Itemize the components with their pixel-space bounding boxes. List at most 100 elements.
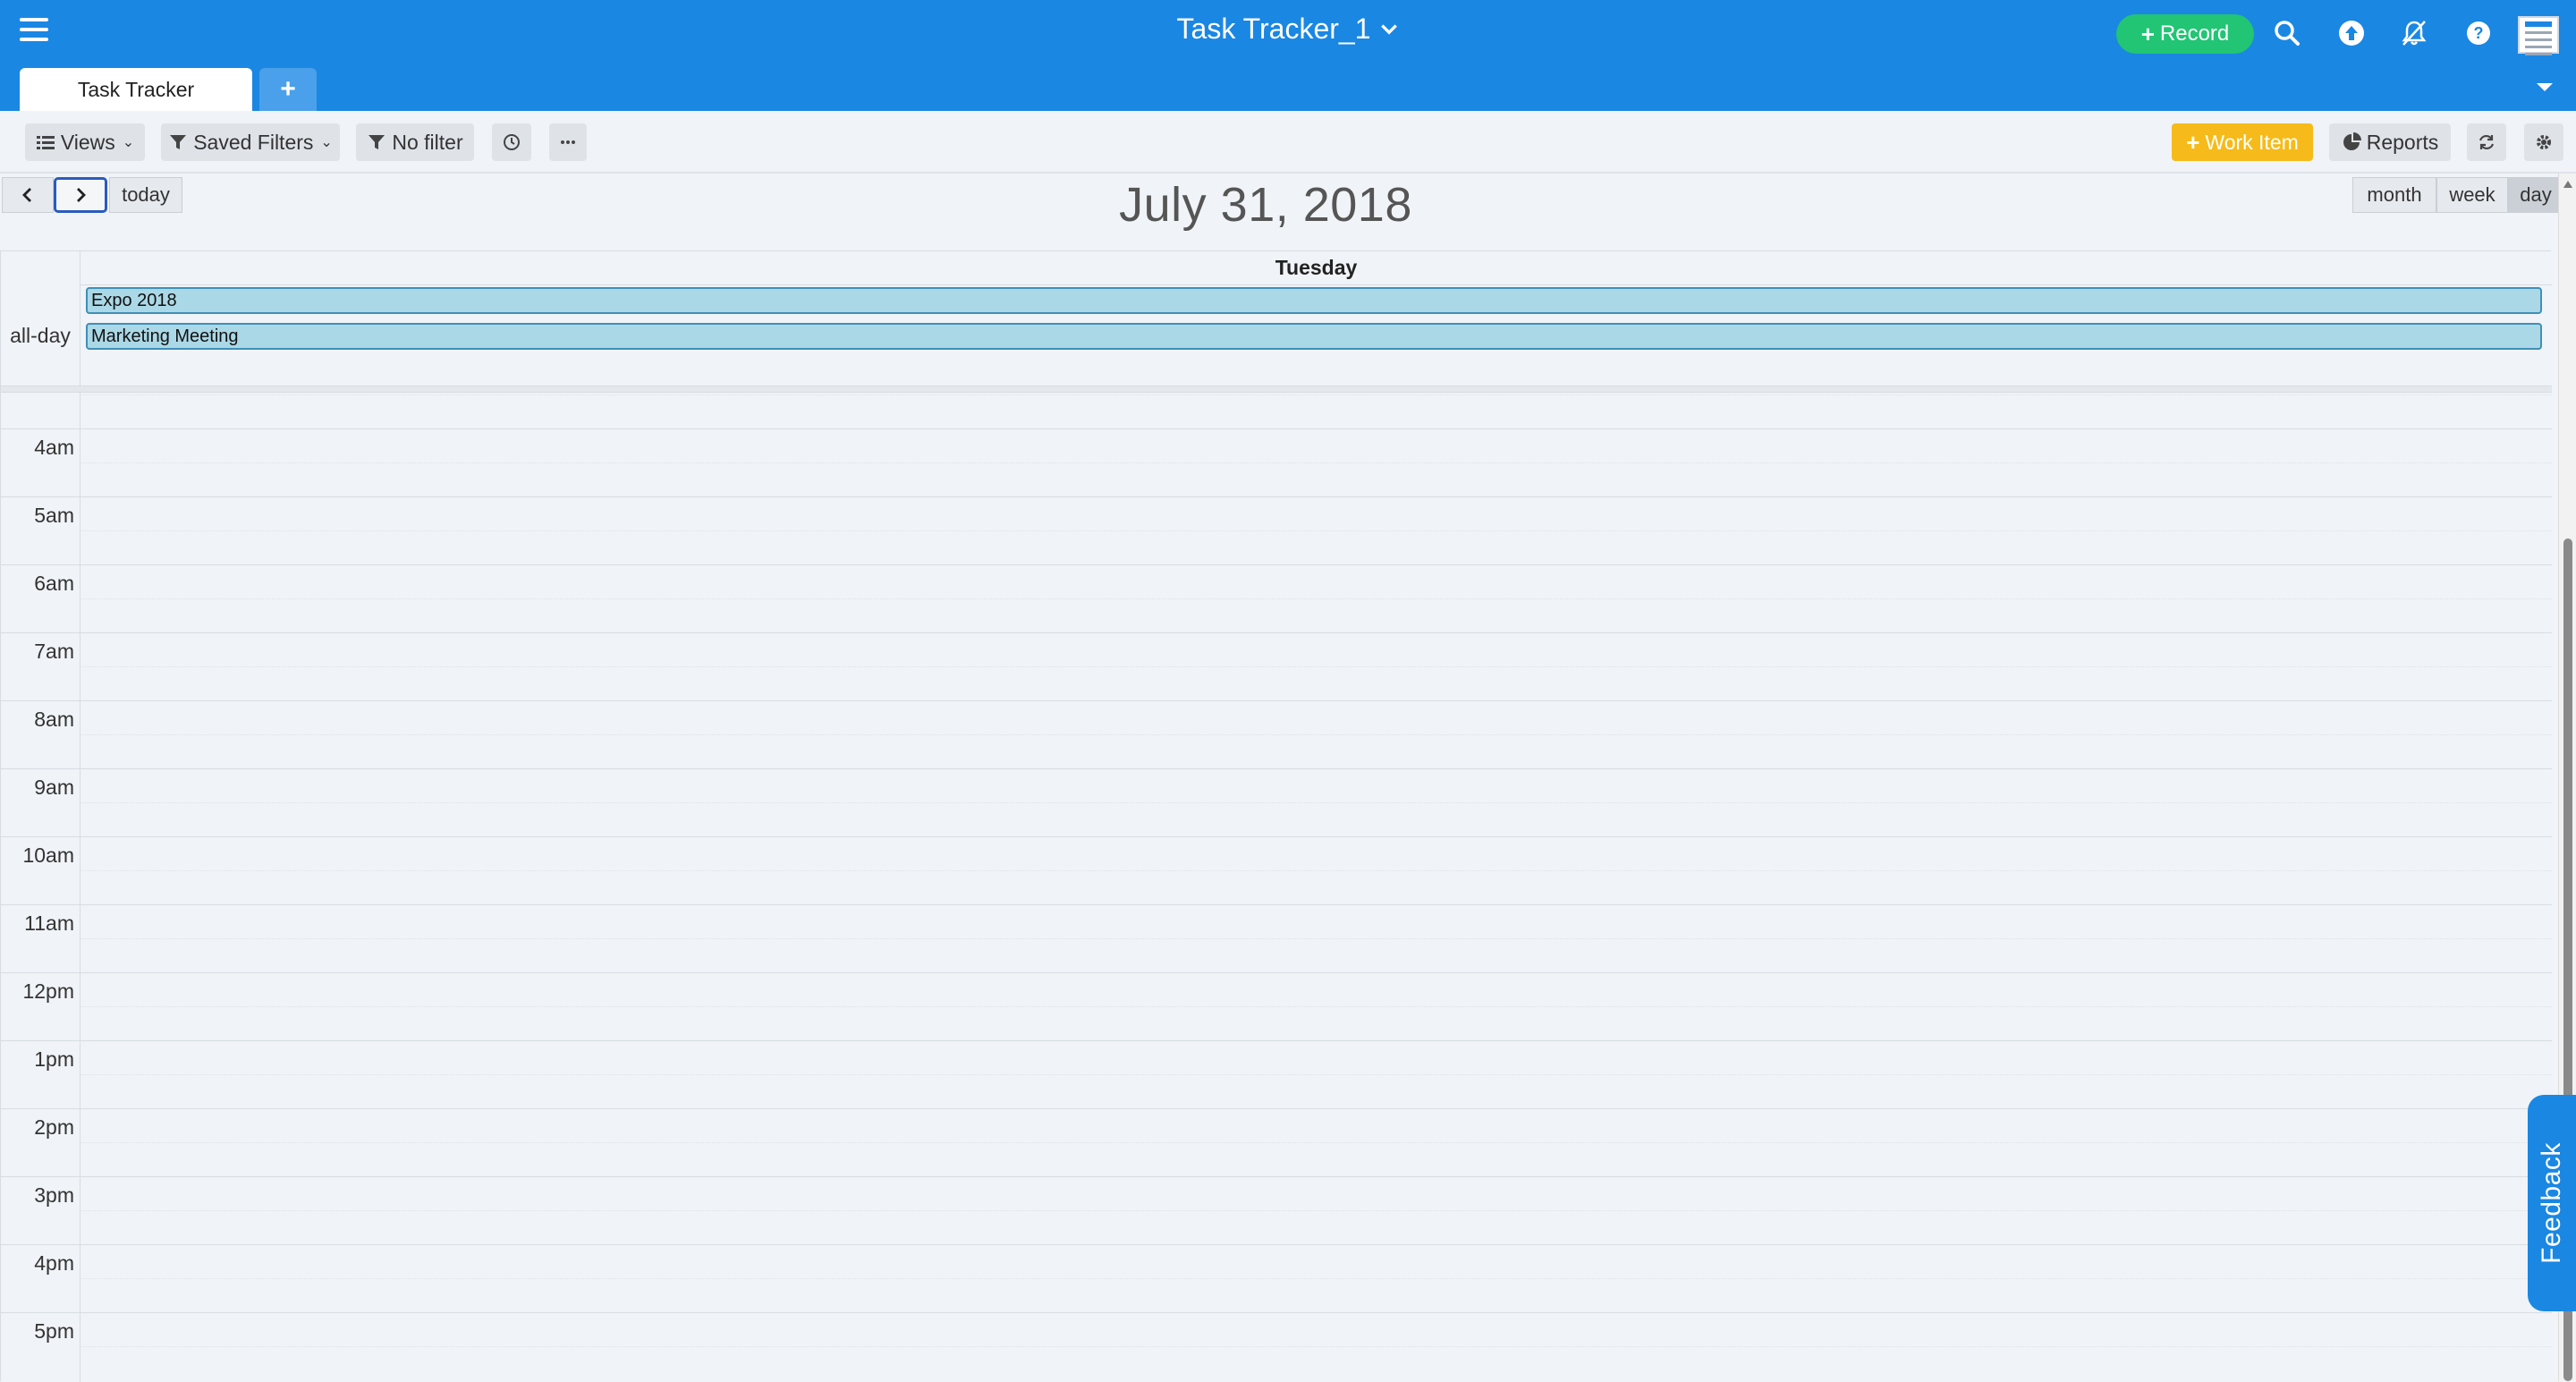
half-hour-line	[80, 1074, 2552, 1075]
record-button-label: Record	[2159, 21, 2230, 46]
add-work-item-button[interactable]: + Work Item	[2172, 123, 2313, 161]
no-filter-button[interactable]: No filter	[356, 123, 474, 161]
filter-icon	[369, 135, 386, 149]
hour-line	[1, 1244, 2552, 1245]
half-hour-line	[80, 802, 2552, 803]
views-label: Views	[60, 130, 115, 154]
pie-chart-icon	[2343, 132, 2361, 150]
hour-label: 4pm	[34, 1251, 74, 1275]
hour-label: 5am	[34, 504, 74, 527]
hour-line	[1, 428, 2552, 429]
calendar-grid: Tuesday all-day Expo 2018 Marketing Meet…	[0, 250, 2552, 1382]
half-hour-line	[80, 598, 2552, 599]
reports-button[interactable]: Reports	[2329, 123, 2451, 161]
hour-line	[1, 564, 2552, 565]
hour-label: 8am	[34, 708, 74, 731]
feedback-tab[interactable]: Feedback	[2528, 1095, 2576, 1311]
tab-task-tracker[interactable]: Task Tracker	[20, 68, 252, 111]
scroll-up-arrow-icon[interactable]	[2563, 181, 2572, 188]
refresh-icon[interactable]	[2467, 123, 2506, 161]
hour-line	[1, 632, 2552, 633]
no-filter-label: No filter	[392, 130, 463, 154]
hour-line	[1, 768, 2552, 769]
half-hour-line	[80, 394, 2552, 395]
list-icon	[36, 136, 55, 149]
hour-line	[1, 1108, 2552, 1109]
ellipsis-icon	[561, 140, 575, 144]
hour-label: 2pm	[34, 1115, 74, 1139]
hour-label: 7am	[34, 640, 74, 663]
hour-line	[1, 1040, 2552, 1041]
chevron-down-icon	[1381, 23, 1398, 35]
app-title-dropdown[interactable]: Task Tracker_1	[1177, 13, 1400, 46]
month-view-button[interactable]: month	[2352, 177, 2436, 213]
half-hour-line	[80, 462, 2552, 463]
hour-label: 3pm	[34, 1183, 74, 1207]
tabs-menu-caret-icon[interactable]	[2535, 79, 2555, 93]
hamburger-icon[interactable]	[20, 18, 48, 43]
time-grid[interactable]: 4am 5am 6am 7am 8am 9am 10am 11am 12pm 1pm 2pm 3pm 4…	[1, 393, 2552, 1382]
work-item-label: Work Item	[2205, 130, 2299, 154]
half-hour-line	[80, 1278, 2552, 1279]
calendar-header: today July 31, 2018 month week day	[0, 174, 2563, 250]
hour-label: 1pm	[34, 1047, 74, 1071]
record-button[interactable]: + Record	[2116, 14, 2254, 54]
day-view-button[interactable]: day	[2508, 177, 2563, 213]
bell-off-icon[interactable]	[2399, 18, 2429, 48]
saved-filters-button[interactable]: Saved Filters ⌄	[161, 123, 340, 161]
hour-line	[1, 1312, 2552, 1313]
half-hour-line	[80, 666, 2552, 667]
reports-label: Reports	[2366, 130, 2439, 154]
gear-icon[interactable]	[2524, 123, 2563, 161]
half-hour-line	[80, 870, 2552, 871]
half-hour-line	[80, 734, 2552, 735]
hour-label: 12pm	[22, 979, 74, 1003]
filter-icon	[170, 135, 187, 149]
saved-filters-label: Saved Filters	[193, 130, 314, 154]
history-button[interactable]	[492, 123, 531, 161]
event-marketing-meeting[interactable]: Marketing Meeting	[86, 323, 2542, 350]
more-options-button[interactable]	[549, 123, 587, 161]
hour-line	[1, 836, 2552, 837]
hour-label: 11am	[24, 911, 74, 935]
day-column-header: Tuesday	[80, 251, 2552, 285]
help-icon[interactable]: ?	[2463, 18, 2494, 48]
svg-text:?: ?	[2474, 24, 2484, 42]
toolbar: Views ⌄ Saved Filters ⌄ No filter + Work…	[0, 111, 2576, 174]
week-view-button[interactable]: week	[2436, 177, 2508, 213]
calendar-title: July 31, 2018	[1119, 178, 1412, 232]
chevron-down-icon: ⌄	[320, 135, 333, 150]
plus-icon: +	[2186, 128, 2200, 156]
user-avatar[interactable]	[2518, 16, 2559, 55]
hour-label: 6am	[34, 572, 74, 595]
all-day-divider	[1, 386, 2552, 393]
half-hour-line	[80, 1210, 2552, 1211]
clock-icon	[504, 134, 520, 150]
all-day-label: all-day	[10, 323, 71, 347]
half-hour-line	[80, 530, 2552, 531]
app-header: Task Tracker_1 + Record ? Task Tracker +	[0, 0, 2576, 111]
half-hour-line	[80, 1006, 2552, 1007]
half-hour-line	[80, 1142, 2552, 1143]
half-hour-line	[80, 1346, 2552, 1347]
add-tab-button[interactable]: +	[259, 68, 317, 111]
all-day-area[interactable]: Expo 2018 Marketing Meeting	[80, 285, 2552, 386]
hour-label: 5pm	[34, 1319, 74, 1343]
hour-line	[1, 904, 2552, 905]
hour-line	[1, 700, 2552, 701]
search-icon[interactable]	[2272, 18, 2302, 48]
event-expo-2018[interactable]: Expo 2018	[86, 287, 2542, 314]
hour-label: 9am	[34, 776, 74, 799]
chevron-down-icon: ⌄	[122, 135, 135, 150]
hour-label: 10am	[22, 844, 74, 867]
plus-icon: +	[2140, 20, 2155, 47]
hour-line	[1, 496, 2552, 497]
app-title: Task Tracker_1	[1176, 13, 1371, 45]
hour-line	[1, 1176, 2552, 1177]
feedback-label: Feedback	[2537, 1142, 2566, 1264]
half-hour-line	[80, 938, 2552, 939]
upload-icon[interactable]	[2336, 18, 2367, 48]
hour-line	[1, 972, 2552, 973]
hour-label: 4am	[34, 436, 74, 459]
views-button[interactable]: Views ⌄	[25, 123, 145, 161]
